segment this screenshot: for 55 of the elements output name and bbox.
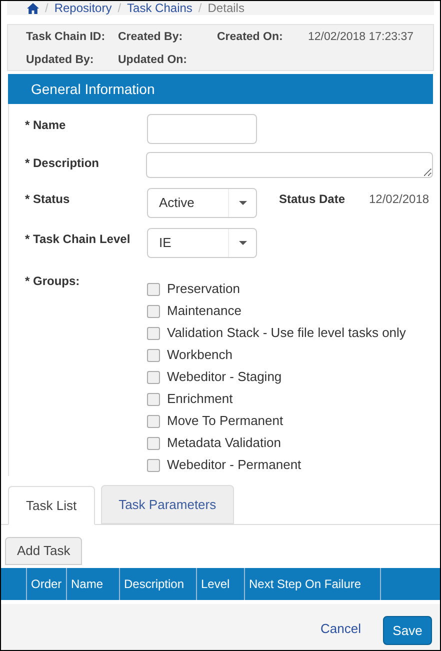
field-label: * Name <box>25 117 67 134</box>
caret-icon <box>238 241 246 245</box>
cancel-button[interactable]: Cancel <box>320 618 361 638</box>
info-label: Updated On: <box>118 53 188 68</box>
tab[interactable]: Task Parameters <box>100 485 234 524</box>
checkbox[interactable] <box>147 414 160 428</box>
breadcrumb-link[interactable]: Task Chains <box>127 1 192 17</box>
info-label: Created By: <box>118 30 184 45</box>
checkbox[interactable] <box>147 436 160 450</box>
column-header: Next Step On Failure <box>245 568 381 600</box>
description-field[interactable] <box>146 152 433 178</box>
breadcrumb-separator: / <box>198 1 202 17</box>
breadcrumb-separator: / <box>118 1 122 17</box>
breadcrumb-separator: / <box>45 1 48 17</box>
info-value: 12/02/2018 17:23:37 <box>308 30 415 45</box>
field-label: Status Date <box>279 191 346 208</box>
column-header: Description <box>120 568 197 600</box>
info-label: Created On: <box>217 30 284 45</box>
checkbox-label: Move To Permanent <box>167 412 284 430</box>
checkbox-label: Webeditor - Staging <box>167 368 282 386</box>
checkbox-label: Workbench <box>167 346 233 364</box>
status-select[interactable]: Active <box>147 188 257 218</box>
info-label: Updated By: <box>26 53 95 68</box>
name-field[interactable] <box>147 114 257 144</box>
column-header: Level <box>197 568 245 600</box>
tab[interactable]: Task List <box>8 486 95 525</box>
field-label: * Groups: <box>25 273 81 290</box>
checkbox[interactable] <box>147 282 160 296</box>
checkbox-label: Webeditor - Permanent <box>167 456 302 474</box>
add-task-button[interactable]: Add Task <box>5 537 82 565</box>
home-icon[interactable] <box>27 2 39 14</box>
column-header: Name <box>67 568 120 600</box>
section-header: General Information <box>8 74 433 104</box>
breadcrumb-current: Details <box>208 1 244 17</box>
field-label: * Description <box>25 155 100 172</box>
checkbox[interactable] <box>147 370 160 384</box>
column-header: Order <box>27 568 67 600</box>
field-label: * Task Chain Level <box>25 231 132 248</box>
checkbox-label: Metadata Validation <box>167 434 281 452</box>
checkbox[interactable] <box>147 458 160 472</box>
checkbox-label: Validation Stack - Use file level tasks only <box>167 324 406 342</box>
checkbox[interactable] <box>147 326 160 340</box>
level-select[interactable]: IE <box>147 228 257 258</box>
checkbox[interactable] <box>147 392 160 406</box>
breadcrumb-link[interactable]: Repository <box>54 1 112 17</box>
caret-icon <box>238 201 246 205</box>
info-label: Task Chain ID: <box>26 30 106 45</box>
checkbox-label: Maintenance <box>167 302 242 320</box>
checkbox[interactable] <box>147 348 160 362</box>
save-button[interactable]: Save <box>383 616 432 645</box>
checkbox-label: Preservation <box>167 280 240 298</box>
checkbox-label: Enrichment <box>167 390 233 408</box>
field-label: * Status <box>25 191 71 208</box>
checkbox[interactable] <box>147 304 160 318</box>
status-date: 12/02/2018 <box>369 191 430 208</box>
